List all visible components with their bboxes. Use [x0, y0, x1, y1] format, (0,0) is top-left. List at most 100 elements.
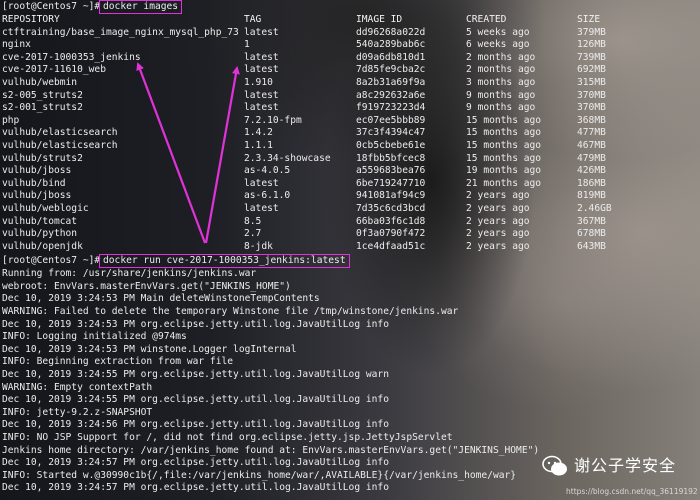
table-row: ctftraining/base_image_nginx_mysql_php_7… — [2, 27, 700, 40]
cell-tag: as-4.0.5 — [244, 165, 291, 177]
log-line: Dec 10, 2019 3:24:53 PM winstone.Logger … — [2, 343, 297, 355]
cell-image-id: 37c3f4394c47 — [356, 127, 426, 139]
cell-image-id: 0f3a0790f472 — [356, 228, 426, 240]
cell-tag: 1 — [244, 39, 250, 51]
shell-prompt: [root@Centos7 ~]# — [2, 1, 101, 12]
cell-tag: as-6.1.0 — [244, 190, 291, 202]
cell-repository: ctftraining/base_image_nginx_mysql_php_7… — [2, 26, 239, 38]
prompt-line-2: [root@Centos7 ~]# docker run cve-2017-10… — [2, 254, 700, 269]
cell-size: 186MB — [577, 177, 606, 189]
cell-created: 2 months ago — [466, 64, 536, 76]
table-row: vulhub/elasticsearch 1.1.1 0cb5cbebe61e 15 … — [2, 140, 700, 153]
cell-created: 2 years ago — [466, 202, 530, 214]
cell-created: 15 months ago — [466, 152, 542, 164]
cell-created: 2 years ago — [466, 190, 530, 202]
watermark-url: https://blog.csdn.net/qq_36119192 — [566, 487, 698, 496]
cell-tag: 2.7 — [244, 228, 262, 240]
cell-created: 5 weeks ago — [466, 26, 530, 38]
cell-created: 2 years ago — [466, 240, 530, 252]
cell-tag: 2.3.34-showcase — [244, 152, 331, 164]
cell-size: 126MB — [577, 39, 606, 51]
header-repository: REPOSITORY — [2, 14, 60, 25]
cell-tag: latest — [244, 102, 279, 114]
table-header: REPOSITORY TAG IMAGE ID CREATED SIZE — [2, 14, 700, 27]
cell-size: 467MB — [577, 139, 606, 151]
cell-created: 2 years ago — [466, 215, 530, 227]
table-row: vulhub/weblogic latest 7d35c6cd3bcd 2 years… — [2, 203, 700, 216]
cell-tag: 8.5 — [244, 215, 262, 227]
cell-repository: cve-2017-1000353_jenkins — [2, 51, 141, 63]
cell-created: 15 months ago — [466, 114, 542, 126]
cell-size: 370MB — [577, 89, 606, 101]
log-line: Dec 10, 2019 3:24:56 PM org.eclipse.jett… — [2, 419, 389, 431]
cell-repository: s2-005_struts2 — [2, 89, 83, 101]
log-line: WARNING: Failed to delete the temporary … — [2, 306, 459, 318]
cell-created: 21 months ago — [466, 177, 542, 189]
cell-image-id: 66ba03f6c1d8 — [356, 215, 426, 227]
table-row: vulhub/tomcat 8.5 66ba03f6c1d8 2 years ago 3… — [2, 216, 700, 229]
cell-size: 819MB — [577, 190, 606, 202]
cell-image-id: 540a289bab6c — [356, 39, 426, 51]
cell-created: 15 months ago — [466, 127, 542, 139]
log-line: WARNING: Empty contextPath — [2, 381, 153, 393]
cell-created: 19 months ago — [466, 165, 542, 177]
log-line: INFO: Logging initialized @974ms — [2, 331, 187, 343]
cell-repository: vulhub/openjdk — [2, 240, 83, 252]
cell-image-id: 18fbb5bfcec8 — [356, 152, 426, 164]
table-row: vulhub/openjdk 8-jdk 1ce4dfaad51c 2 years a… — [2, 241, 700, 254]
table-row: s2-005_struts2 latest a8c292632a6e 9 months… — [2, 90, 700, 103]
cell-tag: 1.4.2 — [244, 127, 273, 139]
cell-image-id: 7d85fe9cba2c — [356, 64, 426, 76]
cell-size: 367MB — [577, 215, 606, 227]
cell-size: 479MB — [577, 152, 606, 164]
cell-size: 739MB — [577, 51, 606, 63]
cell-image-id: 941081af94c9 — [356, 190, 426, 202]
cell-image-id: 8a2b31a69f9a — [356, 76, 426, 88]
log-line: INFO: Beginning extraction from war file — [2, 356, 234, 368]
command-docker-images: docker images — [99, 0, 183, 14]
cell-size: 678MB — [577, 228, 606, 240]
log-line: webroot: EnvVars.masterEnvVars.get("JENK… — [2, 280, 291, 292]
table-row: vulhub/struts2 2.3.34-showcase 18fbb5bfcec… — [2, 153, 700, 166]
cell-tag: latest — [244, 64, 279, 76]
log-line: Dec 10, 2019 3:24:53 PM org.eclipse.jett… — [2, 318, 389, 330]
cell-size: 379MB — [577, 26, 606, 38]
table-row: cve-2017-11610_web latest 7d85fe9cba2c 2 mo… — [2, 64, 700, 77]
cell-tag: 8-jdk — [244, 240, 273, 252]
cell-repository: vulhub/weblogic — [2, 202, 89, 214]
cell-image-id: 7d35c6cd3bcd — [356, 202, 426, 214]
watermark-badge: 谢公子学安全 — [542, 455, 676, 477]
command-docker-run: docker run cve-2017-1000353_jenkins:late… — [99, 254, 350, 269]
shell-prompt-2: [root@Centos7 ~]# — [2, 255, 101, 267]
cell-tag: latest — [244, 202, 279, 214]
cell-created: 3 months ago — [466, 76, 536, 88]
cell-repository: vulhub/python — [2, 228, 78, 240]
cell-image-id: a559683bea76 — [356, 165, 426, 177]
table-row: s2-001_struts2 latest f919723223d4 9 months… — [2, 102, 700, 115]
cell-image-id: 0cb5cbebe61e — [356, 139, 426, 151]
cell-repository: vulhub/struts2 — [2, 152, 83, 164]
log-line: INFO: NO JSP Support for /, did not find… — [2, 432, 453, 443]
header-tag: TAG — [244, 14, 262, 25]
cell-tag: 1.910 — [244, 76, 273, 88]
cell-repository: vulhub/jboss — [2, 190, 72, 202]
cell-repository: vulhub/jboss — [2, 165, 72, 177]
cell-size: 315MB — [577, 76, 606, 88]
cell-repository: vulhub/webmin — [2, 76, 78, 88]
cell-tag: 1.1.1 — [244, 139, 273, 151]
cell-repository: vulhub/elasticsearch — [2, 139, 118, 151]
cell-size: 643MB — [577, 240, 606, 252]
table-row: vulhub/bind latest 6be719247710 21 months a… — [2, 178, 700, 191]
cell-repository: s2-001_struts2 — [2, 102, 83, 114]
table-row: vulhub/webmin 1.910 8a2b31a69f9a 3 months a… — [2, 77, 700, 90]
cell-repository: vulhub/tomcat — [2, 215, 78, 227]
cell-tag: latest — [244, 89, 279, 101]
cell-repository: php — [2, 114, 20, 126]
cell-created: 2 years ago — [466, 228, 530, 240]
cell-size: 368MB — [577, 114, 606, 126]
table-row: vulhub/elasticsearch 1.4.2 37c3f4394c47 15 … — [2, 127, 700, 140]
log-line: Dec 10, 2019 3:24:53 PM Main deleteWinst… — [2, 293, 320, 305]
watermark-name: 谢公子学安全 — [574, 455, 677, 475]
terminal-window[interactable]: [root@Centos7 ~]# docker images REPOSITO… — [2, 0, 700, 500]
cell-tag: latest — [244, 177, 279, 189]
